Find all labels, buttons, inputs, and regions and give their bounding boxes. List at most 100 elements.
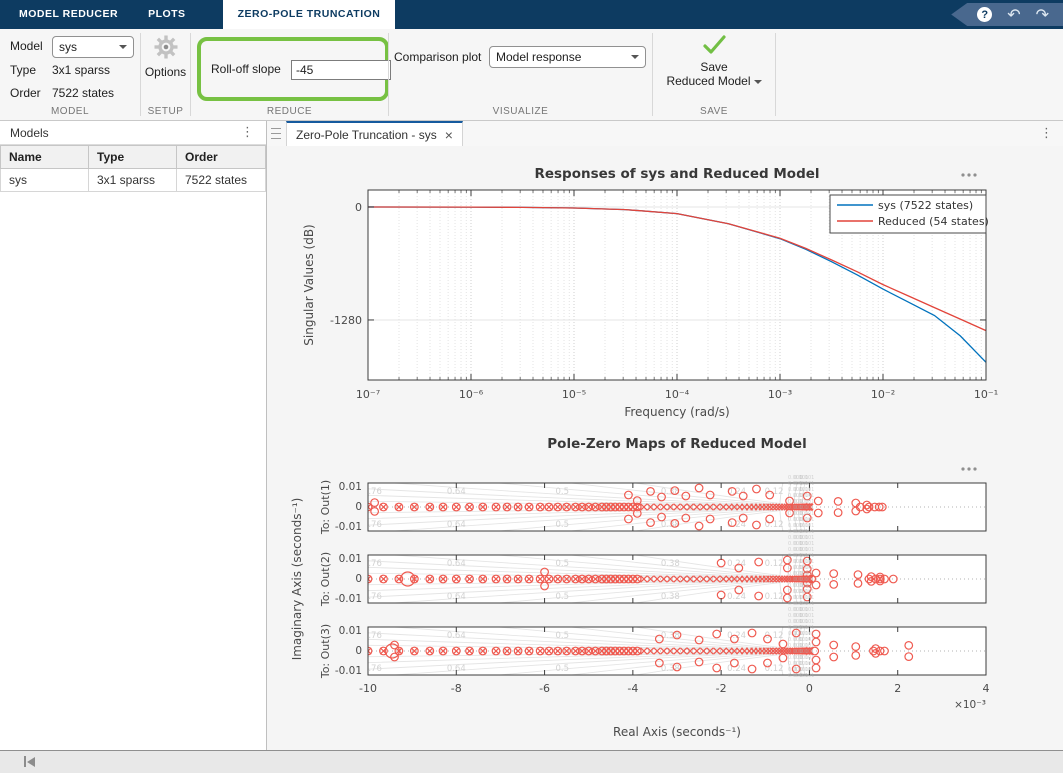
- svg-text:4: 4: [983, 682, 990, 695]
- svg-text:10⁻⁷: 10⁻⁷: [356, 388, 380, 401]
- svg-text:0.64: 0.64: [447, 631, 466, 641]
- table-row[interactable]: sys 3x1 sparss 7522 states: [1, 169, 266, 192]
- svg-text:10⁻⁴: 10⁻⁴: [665, 388, 690, 401]
- svg-text:10⁻³: 10⁻³: [768, 388, 792, 401]
- cell-type: 3x1 sparss: [89, 169, 177, 192]
- models-table-header: Name Type Order: [1, 146, 266, 169]
- collapse-panel-icon[interactable]: [24, 756, 35, 767]
- save-button-line1: Save: [653, 60, 775, 74]
- svg-text:10⁻¹: 10⁻¹: [974, 388, 998, 401]
- svg-text:0.64: 0.64: [447, 559, 466, 569]
- comparison-plot-value: Model response: [496, 50, 581, 64]
- svg-text:2: 2: [894, 682, 901, 695]
- chart2-ylabel: Imaginary Axis (seconds⁻¹): [290, 498, 304, 661]
- checkmark-icon: [701, 42, 727, 59]
- undo-icon[interactable]: ↶: [1007, 7, 1020, 23]
- panel-menu-icon[interactable]: ⋮: [241, 125, 254, 140]
- section-label-setup: SETUP: [141, 106, 190, 117]
- document-menu-icon[interactable]: ⋮: [1040, 126, 1053, 141]
- pole-zero-chart: Pole-Zero Maps of Reduced Model0.760.760…: [290, 432, 990, 739]
- plot-canvas: Responses of sys and Reduced Model 10⁻⁷ 10…: [267, 146, 1063, 750]
- redo-icon[interactable]: ↷: [1036, 7, 1049, 23]
- row-label: To: Out(3): [319, 624, 332, 679]
- chart2-xlabel: Real Axis (seconds⁻¹): [613, 725, 741, 739]
- save-reduced-model-button[interactable]: Save Reduced Model: [653, 35, 775, 88]
- section-label-reduce: REDUCE: [191, 106, 388, 117]
- svg-text:-4: -4: [627, 682, 638, 695]
- section-reduce: Roll-off slope REDUCE: [191, 29, 388, 120]
- models-panel-header: Models ⋮: [0, 121, 266, 145]
- chevron-down-icon: [119, 45, 127, 49]
- rolloff-highlight-box: Roll-off slope: [197, 37, 389, 101]
- close-icon[interactable]: ×: [445, 128, 453, 142]
- gear-icon: [154, 35, 178, 64]
- svg-text:0.01: 0.01: [339, 481, 362, 493]
- comparison-plot-dropdown[interactable]: Model response: [489, 46, 646, 68]
- axis-multiplier: ×10⁻³: [954, 699, 986, 711]
- type-label: Type: [10, 63, 36, 77]
- models-table: Name Type Order sys 3x1 sparss 7522 stat…: [0, 145, 266, 192]
- tab-zero-pole-truncation[interactable]: ZERO-POLE TRUNCATION: [223, 0, 396, 29]
- options-button-label: Options: [141, 65, 190, 79]
- section-label-visualize: VISUALIZE: [389, 106, 652, 117]
- svg-text:0.01: 0.01: [339, 553, 362, 565]
- cell-order: 7522 states: [177, 169, 266, 192]
- section-visualize: Comparison plot Model response VISUALIZE: [389, 29, 652, 120]
- chart1-title: Responses of sys and Reduced Model: [534, 166, 819, 182]
- svg-text:-10: -10: [359, 682, 377, 695]
- svg-text:0.12: 0.12: [765, 664, 784, 674]
- svg-text:0.12: 0.12: [765, 631, 784, 641]
- save-button-line2: Reduced Model: [653, 74, 775, 88]
- rolloff-label: Roll-off slope: [211, 62, 281, 76]
- svg-text:0.38: 0.38: [661, 592, 680, 602]
- tab-plots[interactable]: PLOTS: [133, 0, 201, 29]
- rolloff-input[interactable]: [291, 60, 391, 80]
- charts-svg: Responses of sys and Reduced Model 10⁻⁷ 10…: [267, 146, 1063, 750]
- svg-text:0.38: 0.38: [661, 520, 680, 530]
- svg-text:0.76: 0.76: [363, 520, 382, 530]
- svg-text:-2: -2: [716, 682, 727, 695]
- svg-text:-1280: -1280: [330, 314, 362, 327]
- svg-text:10⁻⁶: 10⁻⁶: [459, 388, 484, 401]
- quick-access-toolbar: ? ↶ ↷: [951, 3, 1063, 26]
- chevron-down-icon: [631, 55, 639, 59]
- svg-text:0.38: 0.38: [661, 664, 680, 674]
- svg-text:0.38: 0.38: [661, 487, 680, 497]
- comparison-plot-label: Comparison plot: [394, 50, 481, 64]
- chart2-options-icon[interactable]: [961, 467, 976, 470]
- document-tab[interactable]: Zero-Pole Truncation - sys ×: [286, 121, 463, 146]
- svg-text:0.12: 0.12: [765, 559, 784, 569]
- svg-text:0.24: 0.24: [727, 559, 746, 569]
- svg-text:Reduced (54 states): Reduced (54 states): [878, 215, 989, 228]
- svg-text:0.01: 0.01: [339, 625, 362, 637]
- toolstrip-tabbar: MODEL REDUCER PLOTS ZERO-POLE TRUNCATION…: [0, 0, 1063, 29]
- svg-text:0.001: 0.001: [800, 673, 814, 679]
- options-button[interactable]: Options: [141, 29, 190, 101]
- col-order: Order: [177, 146, 266, 169]
- help-icon[interactable]: ?: [977, 7, 992, 22]
- chart1-xlabel: Frequency (rad/s): [624, 405, 729, 419]
- chart1-ylabel: Singular Values (dB): [302, 224, 316, 345]
- row-label: To: Out(1): [319, 480, 332, 535]
- document-tabbar: Zero-Pole Truncation - sys × ⋮: [267, 121, 1063, 147]
- svg-text:0: 0: [355, 573, 362, 585]
- legend[interactable]: sys (7522 states)Reduced (54 states): [830, 195, 989, 233]
- order-label: Order: [10, 86, 41, 100]
- tab-grip-icon: [271, 128, 281, 139]
- svg-text:0.76: 0.76: [363, 487, 382, 497]
- svg-text:0.5: 0.5: [555, 631, 569, 641]
- svg-text:0: 0: [355, 645, 362, 657]
- chart2-title: Pole-Zero Maps of Reduced Model: [547, 436, 806, 452]
- svg-text:0.76: 0.76: [363, 592, 382, 602]
- chart1-options-icon[interactable]: [961, 173, 976, 176]
- model-dropdown[interactable]: sys: [52, 36, 134, 58]
- svg-text:0.76: 0.76: [363, 631, 382, 641]
- svg-text:0.38: 0.38: [661, 631, 680, 641]
- section-save: Save Reduced Model SAVE: [653, 29, 775, 120]
- models-panel-title: Models: [10, 126, 49, 140]
- svg-text:-6: -6: [539, 682, 550, 695]
- svg-text:0.76: 0.76: [363, 664, 382, 674]
- document-area: Zero-Pole Truncation - sys × ⋮ Responses…: [267, 121, 1063, 750]
- tab-model-reducer[interactable]: MODEL REDUCER: [4, 0, 133, 29]
- model-dropdown-value: sys: [59, 40, 77, 54]
